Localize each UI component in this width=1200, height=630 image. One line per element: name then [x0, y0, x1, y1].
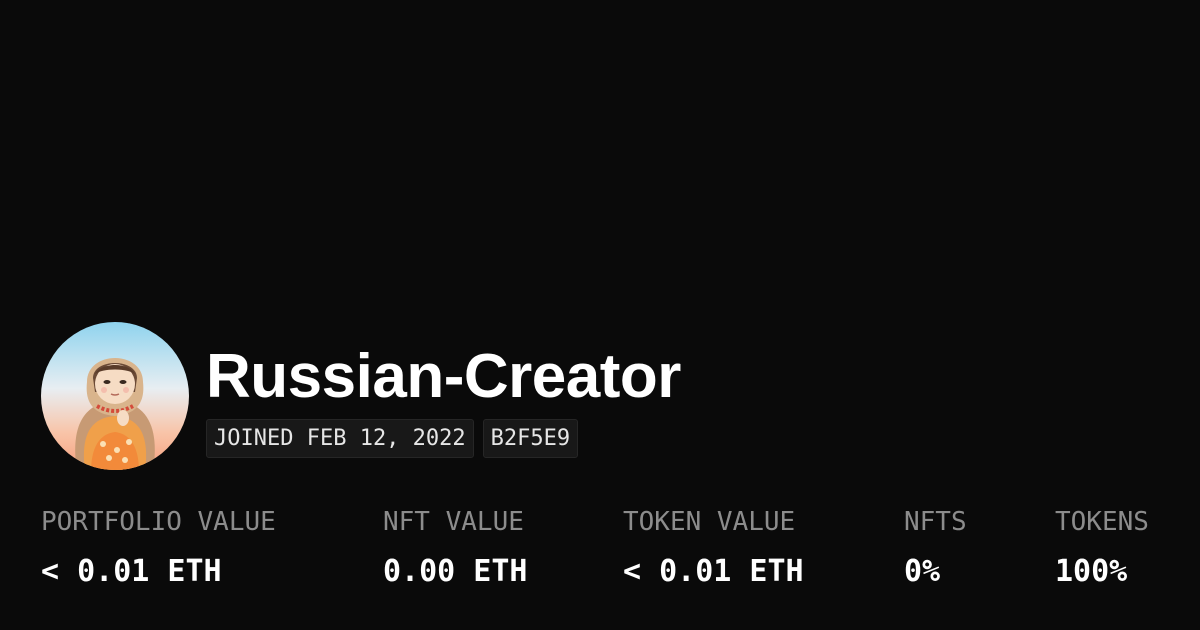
stat-value: < 0.01 ETH: [41, 554, 222, 589]
profile-name: Russian-Creator: [206, 342, 681, 411]
stat-label: TOKEN VALUE: [623, 507, 796, 537]
stat-nfts-share: NFTS 0%: [904, 505, 967, 589]
stat-label: NFTS: [904, 507, 967, 537]
profile-code-badge: B2F5E9: [482, 419, 579, 458]
stat-token-value: TOKEN VALUE < 0.01 ETH: [623, 505, 804, 589]
matryoshka-doll-icon: [41, 322, 189, 470]
avatar[interactable]: [41, 322, 189, 470]
stat-value: 100%: [1055, 554, 1128, 589]
profile-badges: JOINED FEB 12, 2022 B2F5E9: [206, 419, 579, 458]
stat-value: 0%: [904, 554, 941, 589]
profile-card: Russian-Creator JOINED FEB 12, 2022 B2F5…: [0, 0, 1200, 630]
stat-label: TOKENS: [1055, 507, 1149, 537]
stat-tokens-share: TOKENS 100%: [1055, 505, 1149, 589]
stat-value: < 0.01 ETH: [623, 554, 804, 589]
stat-nft-value: NFT VALUE 0.00 ETH: [383, 505, 528, 589]
stat-portfolio-value: PORTFOLIO VALUE < 0.01 ETH: [41, 505, 276, 589]
stat-value: 0.00 ETH: [383, 554, 528, 589]
stat-label: PORTFOLIO VALUE: [41, 507, 276, 537]
stat-label: NFT VALUE: [383, 507, 524, 537]
joined-date-badge: JOINED FEB 12, 2022: [206, 419, 474, 458]
